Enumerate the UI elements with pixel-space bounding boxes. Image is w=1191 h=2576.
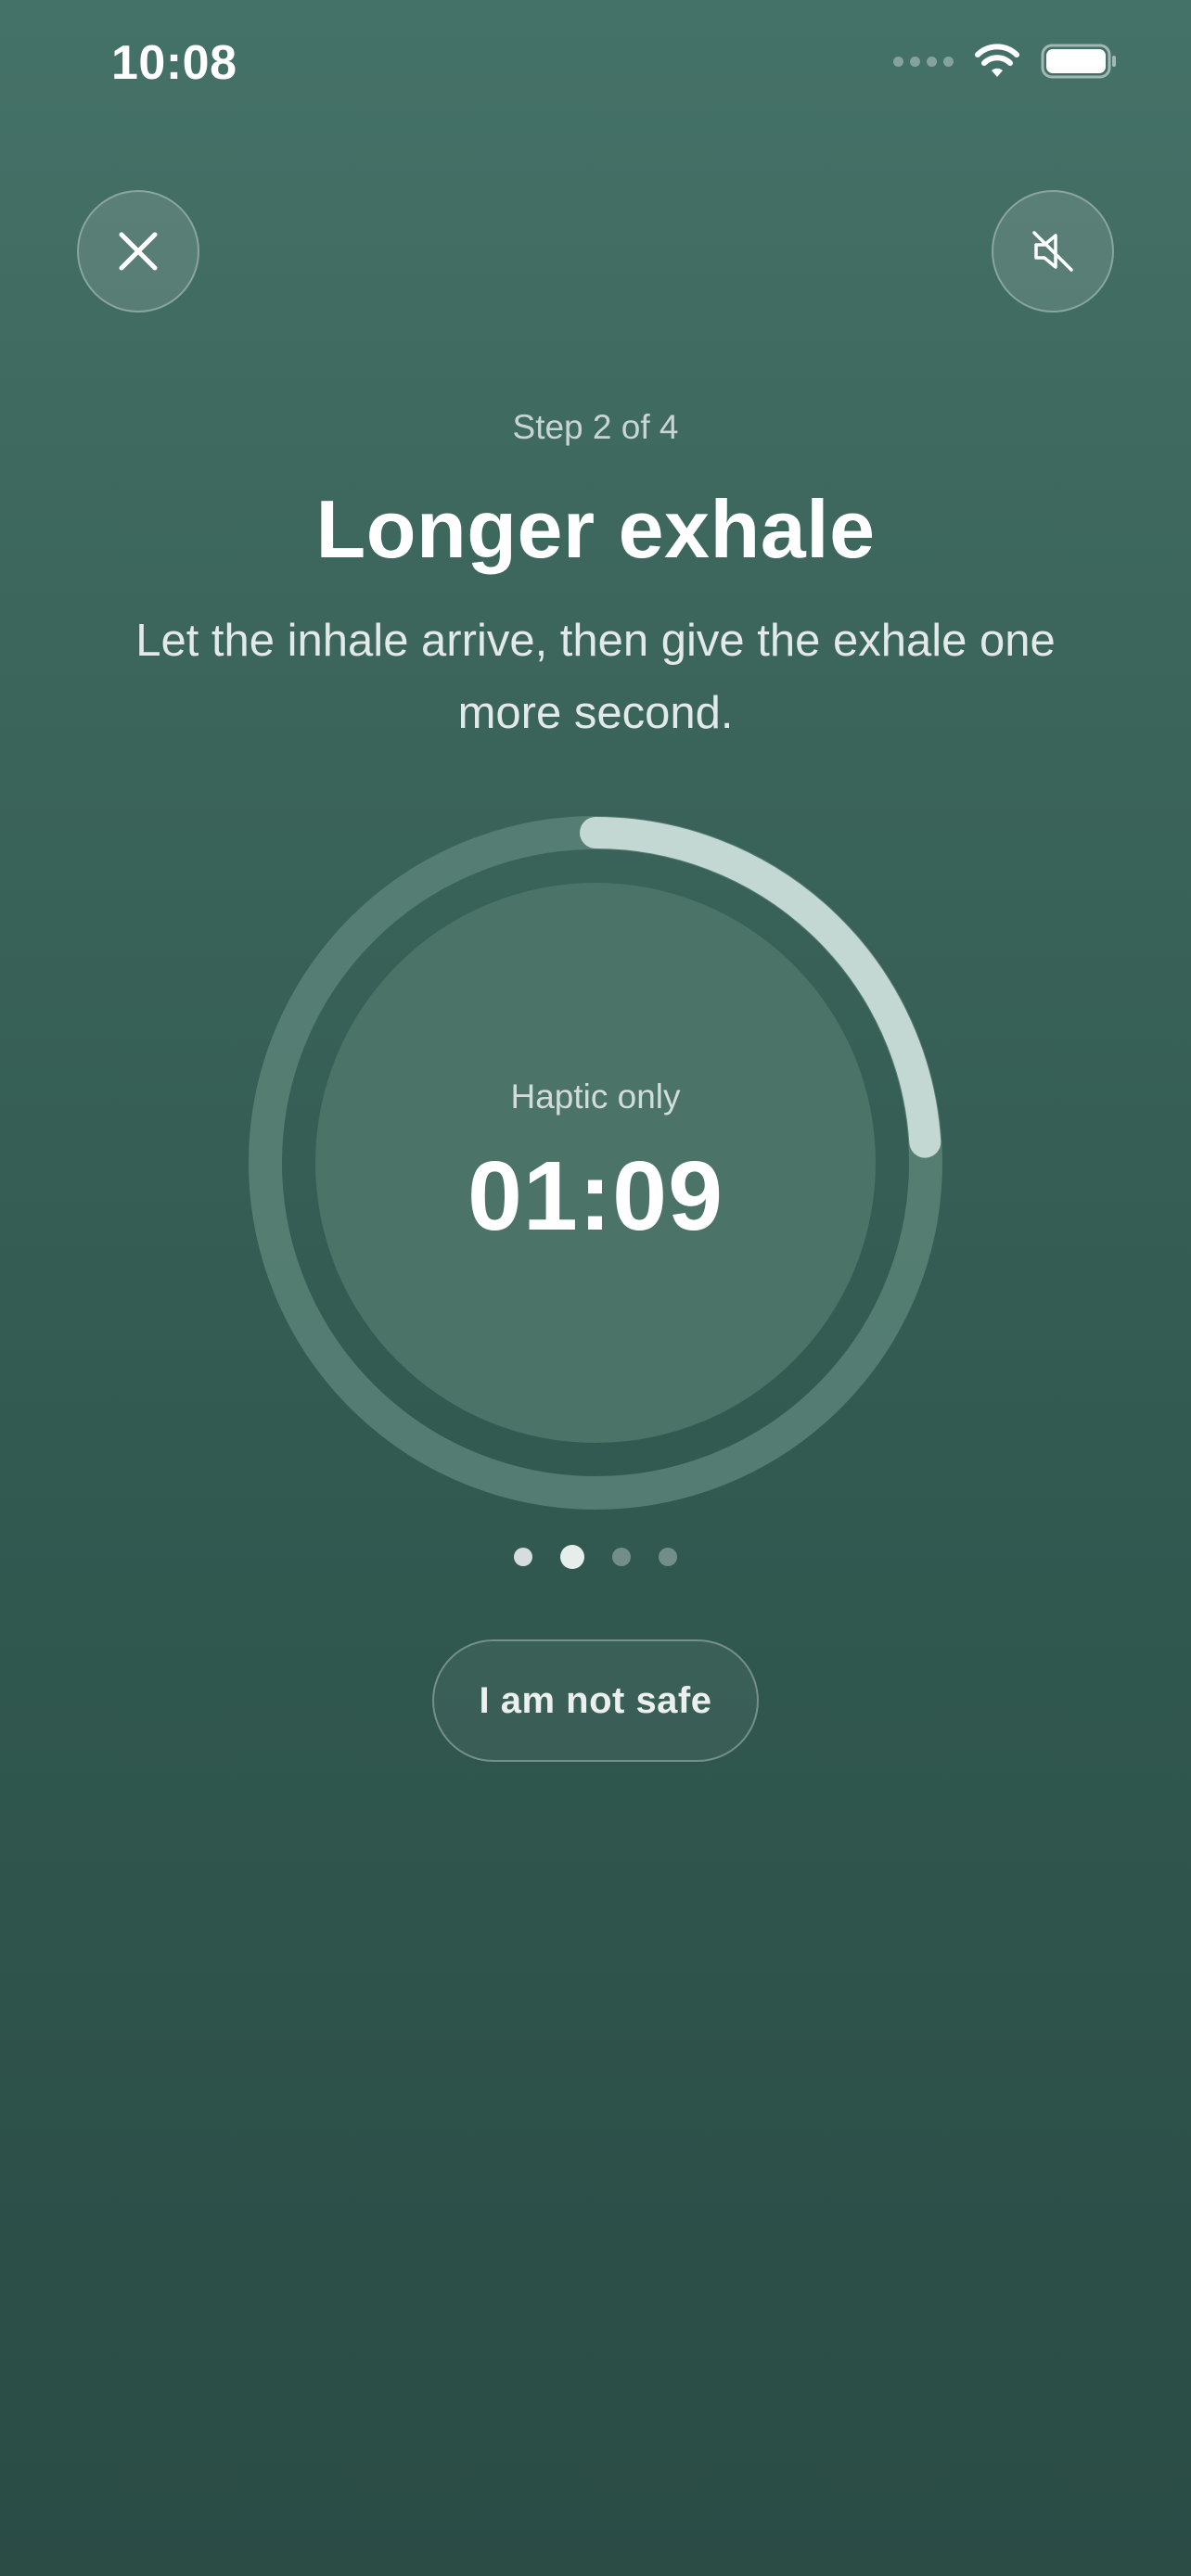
not-safe-button[interactable]: I am not safe xyxy=(432,1639,759,1762)
countdown-timer: 01:09 xyxy=(467,1141,724,1251)
status-time: 10:08 xyxy=(111,36,237,90)
exercise-instructions: Let the inhale arrive, then give the exh… xyxy=(135,616,1056,738)
exercise-title: Longer exhale xyxy=(315,483,876,575)
wifi-icon xyxy=(975,44,1019,77)
step-progress-dots xyxy=(0,1545,1191,1569)
cellular-signal-icon xyxy=(893,56,954,67)
step-dot xyxy=(514,1548,532,1566)
mute-toggle-button[interactable] xyxy=(992,190,1114,312)
step-dot xyxy=(560,1545,584,1569)
speaker-muted-icon xyxy=(1032,231,1073,272)
breathing-dial: Haptic only 01:09 xyxy=(249,816,942,1510)
status-icons xyxy=(893,43,1117,80)
feedback-mode-label: Haptic only xyxy=(510,1078,681,1116)
step-dot xyxy=(612,1548,631,1566)
close-icon xyxy=(119,232,158,271)
battery-icon xyxy=(1041,44,1116,79)
step-indicator-label: Step 2 of 4 xyxy=(512,408,679,446)
step-dot xyxy=(659,1548,677,1566)
close-button[interactable] xyxy=(77,190,199,312)
